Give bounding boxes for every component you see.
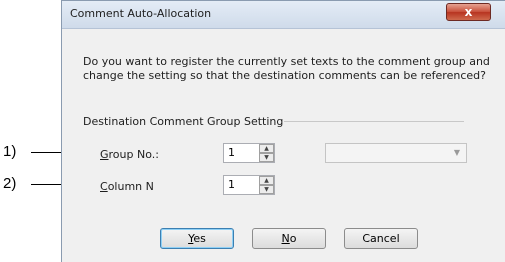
group-no-down-arrow-icon[interactable]: ▼ <box>259 153 274 162</box>
no-button[interactable]: No <box>252 228 326 249</box>
callout-label-2: 2) <box>3 175 17 192</box>
chevron-down-icon[interactable]: ▼ <box>454 148 460 157</box>
column-label: Column N <box>100 180 154 193</box>
close-icon: x <box>464 5 473 19</box>
title-bar[interactable]: Comment Auto-Allocation x <box>62 1 505 29</box>
yes-label: es <box>193 232 206 245</box>
group-divider <box>284 121 464 122</box>
group-no-up-arrow-icon[interactable]: ▲ <box>259 144 274 153</box>
column-value[interactable]: 1 <box>228 178 235 191</box>
yes-button[interactable]: Yes <box>160 228 234 249</box>
comment-auto-allocation-dialog: Comment Auto-Allocation x Do you want to… <box>61 0 505 262</box>
cancel-label: Cancel <box>362 232 400 245</box>
message-line-1: Do you want to register the currently se… <box>83 55 490 68</box>
close-button[interactable]: x <box>446 3 491 21</box>
confirmation-message: Do you want to register the currently se… <box>83 55 498 83</box>
cancel-button[interactable]: Cancel <box>344 228 418 249</box>
group-no-mnemonic: G <box>100 148 109 161</box>
column-spinner[interactable]: 1 ▲ ▼ <box>223 175 275 195</box>
group-no-value[interactable]: 1 <box>228 146 235 159</box>
column-mnemonic: C <box>100 180 108 193</box>
group-combo-box[interactable]: ▼ <box>325 143 467 163</box>
callout-label-1: 1) <box>3 143 17 160</box>
dialog-title: Comment Auto-Allocation <box>70 7 212 20</box>
no-mnemonic: N <box>281 232 290 245</box>
destination-group-title: Destination Comment Group Setting <box>83 115 284 128</box>
column-label-text: olumn N <box>107 180 154 193</box>
group-no-spinner[interactable]: 1 ▲ ▼ <box>223 143 275 163</box>
message-line-2: change the setting so that the destinati… <box>83 69 486 82</box>
group-no-label-text: roup No.: <box>108 148 159 161</box>
column-down-arrow-icon[interactable]: ▼ <box>259 185 274 194</box>
group-no-label: Group No.: <box>100 148 159 161</box>
column-up-arrow-icon[interactable]: ▲ <box>259 176 274 185</box>
no-label: o <box>289 232 297 245</box>
